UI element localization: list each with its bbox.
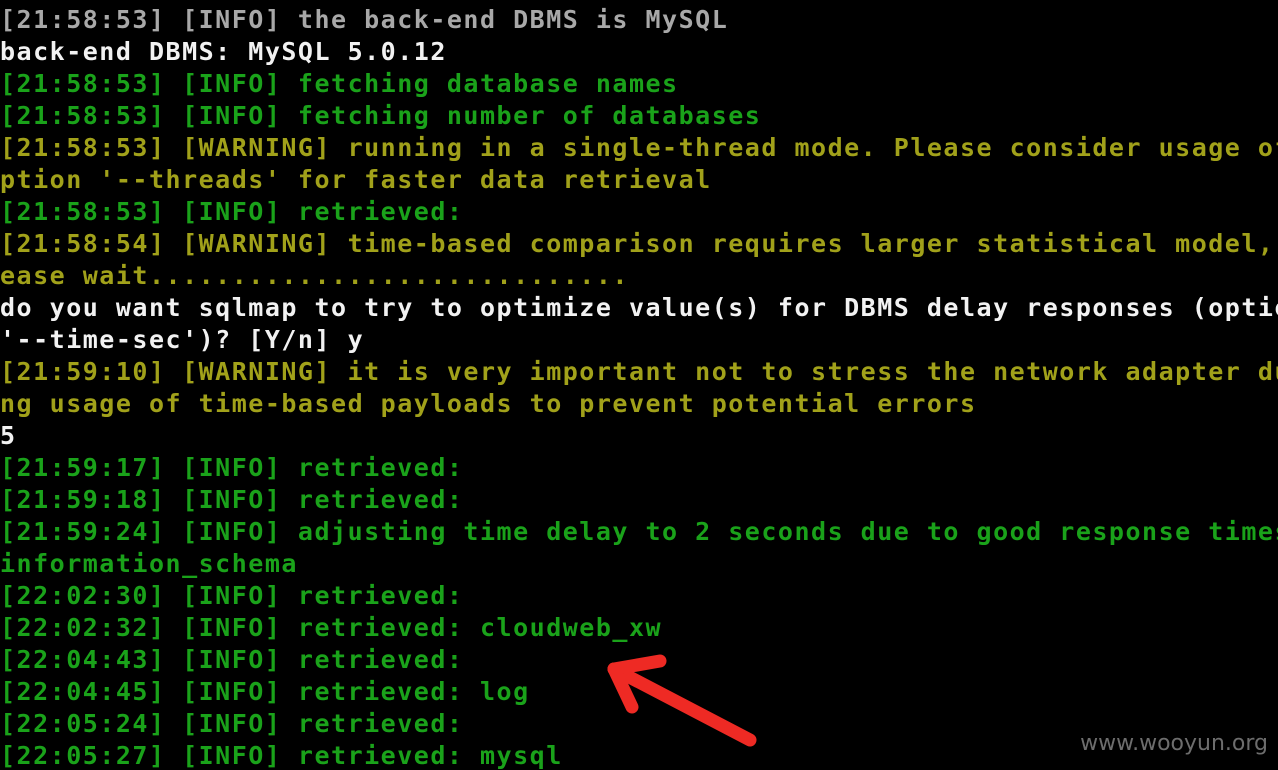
terminal-line: '--time-sec')? [Y/n] y bbox=[0, 325, 365, 354]
terminal-line: [22:02:32] [INFO] retrieved: cloudweb_xw bbox=[0, 613, 663, 642]
terminal-line: information_schema bbox=[0, 549, 298, 578]
red-arrow-icon bbox=[607, 654, 757, 747]
terminal-line: [21:59:10] [WARNING] it is very importan… bbox=[0, 357, 1278, 386]
terminal-line: [21:58:53] [INFO] fetching database name… bbox=[0, 69, 679, 98]
terminal-line: back-end DBMS: MySQL 5.0.12 bbox=[0, 37, 447, 66]
terminal-line: do you want sqlmap to try to optimize va… bbox=[0, 293, 1278, 322]
terminal-line: [21:58:53] [INFO] the back-end DBMS is M… bbox=[0, 5, 729, 34]
terminal-line: 5 bbox=[0, 421, 17, 450]
watermark: www.wooyun.org bbox=[1080, 731, 1268, 756]
terminal-line: ng usage of time-based payloads to preve… bbox=[0, 389, 977, 418]
terminal-line: [21:59:17] [INFO] retrieved: bbox=[0, 453, 464, 482]
terminal-line: [21:58:53] [WARNING] running in a single… bbox=[0, 133, 1278, 162]
terminal-line: ease wait............................. bbox=[0, 261, 629, 290]
terminal-line: [21:58:53] [INFO] fetching number of dat… bbox=[0, 101, 762, 130]
terminal-line: [21:58:53] [INFO] retrieved: bbox=[0, 197, 464, 226]
terminal-line: [21:59:24] [INFO] adjusting time delay t… bbox=[0, 517, 1278, 546]
terminal-line: [22:02:30] [INFO] retrieved: bbox=[0, 581, 464, 610]
terminal-line: ption '--threads' for faster data retrie… bbox=[0, 165, 712, 194]
terminal-line: [21:58:54] [WARNING] time-based comparis… bbox=[0, 229, 1278, 258]
terminal-line: [21:59:18] [INFO] retrieved: bbox=[0, 485, 464, 514]
